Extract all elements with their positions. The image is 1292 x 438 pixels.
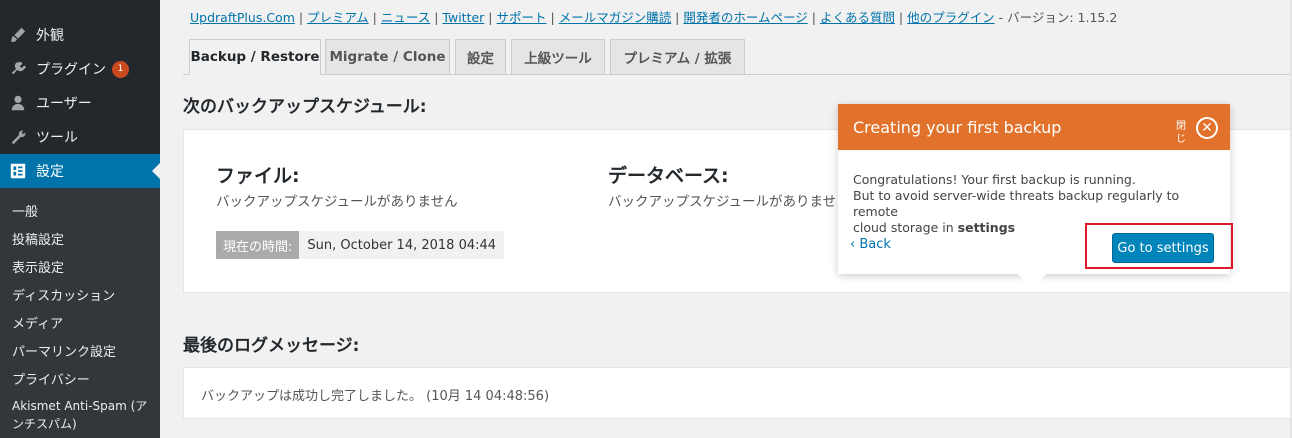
sidebar-item-settings[interactable]: 設定 bbox=[0, 154, 160, 188]
files-status: バックアップスケジュールがありません bbox=[216, 194, 458, 210]
sidebar-item-plugins[interactable]: プラグイン 1 bbox=[0, 52, 160, 86]
popover-title: Creating your first backup bbox=[853, 117, 1062, 137]
tab-advanced-tools[interactable]: 上級ツール bbox=[511, 39, 605, 75]
submenu-item-privacy[interactable]: プライバシー bbox=[12, 369, 90, 388]
settings-icon bbox=[0, 162, 36, 180]
plugin-link[interactable]: プレミアム bbox=[307, 10, 369, 25]
popover-body-line: Congratulations! Your first backup is ru… bbox=[853, 172, 1136, 187]
database-status: バックアップスケジュールがありませ bbox=[608, 194, 837, 210]
current-time: 現在の時間: Sun, October 14, 2018 04:44 bbox=[216, 231, 505, 259]
admin-sidebar: 外観 プラグイン 1 ユーザー ツール 設定 一般 投稿設定 表示設定 ディスカ… bbox=[0, 0, 160, 438]
plugin-link[interactable]: UpdraftPlus.Com bbox=[190, 10, 295, 25]
popover-close-text[interactable]: 閉じ bbox=[1176, 120, 1188, 146]
link-separator: | bbox=[368, 10, 381, 25]
settings-emphasis: settings bbox=[957, 220, 1016, 235]
submenu-item-permalinks[interactable]: パーマリンク設定 bbox=[12, 341, 116, 360]
link-separator: | bbox=[894, 10, 908, 25]
submenu-item-akismet[interactable]: Akismet Anti-Spam (ア bbox=[12, 397, 147, 414]
current-time-label: 現在の時間: bbox=[216, 231, 300, 259]
plugin-link[interactable]: メールマガジン購読 bbox=[559, 10, 672, 25]
link-separator: | bbox=[671, 10, 684, 25]
schedule-heading: 次のバックアップスケジュール: bbox=[183, 97, 427, 117]
link-separator: | bbox=[807, 10, 820, 25]
plugin-links: UpdraftPlus.Com | プレミアム | ニュース | Twitter… bbox=[190, 7, 1117, 26]
submenu-item-general[interactable]: 一般 bbox=[12, 201, 38, 220]
log-message: バックアップは成功し完了しました。 (10月 14 04:48:56) bbox=[201, 389, 550, 404]
link-separator: | bbox=[546, 10, 559, 25]
link-separator: | bbox=[294, 10, 308, 25]
sidebar-item-label: ツール bbox=[36, 130, 78, 146]
log-heading: 最後のログメッセージ: bbox=[183, 336, 360, 356]
submenu-item-writing[interactable]: 投稿設定 bbox=[12, 229, 64, 248]
chevron-left-icon: ‹ bbox=[850, 237, 860, 252]
back-link[interactable]: ‹ Back bbox=[850, 237, 891, 252]
submenu-item-reading[interactable]: 表示設定 bbox=[12, 257, 64, 276]
plugin-link[interactable]: Twitter bbox=[442, 10, 484, 25]
submenu-item-discussion[interactable]: ディスカッション bbox=[12, 285, 115, 304]
tab-premium-extensions[interactable]: プレミアム / 拡張 bbox=[610, 39, 745, 75]
back-label: Back bbox=[859, 237, 891, 252]
sidebar-item-users[interactable]: ユーザー bbox=[0, 86, 160, 120]
popover-body-text: cloud storage in bbox=[853, 220, 958, 235]
submenu-item-media[interactable]: メディア bbox=[12, 313, 63, 332]
popover-body-line: But to avoid server-wide threats backup … bbox=[853, 188, 1180, 219]
plugin-link[interactable]: ニュース bbox=[381, 10, 430, 25]
sidebar-item-tools[interactable]: ツール bbox=[0, 120, 160, 154]
sidebar-item-label: 外観 bbox=[36, 28, 64, 44]
highlight-box bbox=[1085, 223, 1233, 269]
database-title: データベース: bbox=[608, 165, 729, 187]
popover-arrow bbox=[1018, 274, 1046, 290]
version-text: - バージョン: 1.15.2 bbox=[994, 10, 1118, 25]
wrench-icon bbox=[0, 128, 36, 146]
submenu-item-akismet-cont[interactable]: ンチスパム) bbox=[12, 415, 77, 432]
current-time-value: Sun, October 14, 2018 04:44 bbox=[299, 231, 505, 259]
paintbrush-icon bbox=[0, 26, 36, 44]
plugin-link[interactable]: 開発者のホームページ bbox=[683, 10, 807, 25]
plugin-link[interactable]: サポート bbox=[497, 10, 547, 25]
tab-backup-restore[interactable]: Backup / Restore bbox=[189, 39, 321, 75]
plugin-link[interactable]: 他のプラグイン bbox=[907, 10, 995, 25]
close-icon[interactable]: ✕ bbox=[1196, 117, 1218, 139]
sidebar-item-label: プラグイン bbox=[36, 62, 106, 78]
files-title: ファイル: bbox=[216, 165, 300, 187]
sidebar-item-label: 設定 bbox=[36, 164, 64, 180]
plugin-link[interactable]: よくある質問 bbox=[820, 10, 895, 25]
tab-settings[interactable]: 設定 bbox=[455, 39, 506, 75]
sidebar-item-label: ユーザー bbox=[36, 96, 92, 112]
tab-migrate-clone[interactable]: Migrate / Clone bbox=[325, 39, 450, 75]
popover-header: Creating your first backup bbox=[838, 104, 1230, 150]
settings-submenu: 一般 投稿設定 表示設定 ディスカッション メディア パーマリンク設定 プライバ… bbox=[0, 188, 160, 438]
update-count-badge: 1 bbox=[112, 60, 129, 78]
plugin-icon bbox=[0, 60, 36, 78]
link-separator: | bbox=[484, 10, 497, 25]
link-separator: | bbox=[430, 10, 443, 25]
user-icon bbox=[0, 94, 36, 112]
sidebar-item-appearance[interactable]: 外観 bbox=[0, 18, 160, 52]
